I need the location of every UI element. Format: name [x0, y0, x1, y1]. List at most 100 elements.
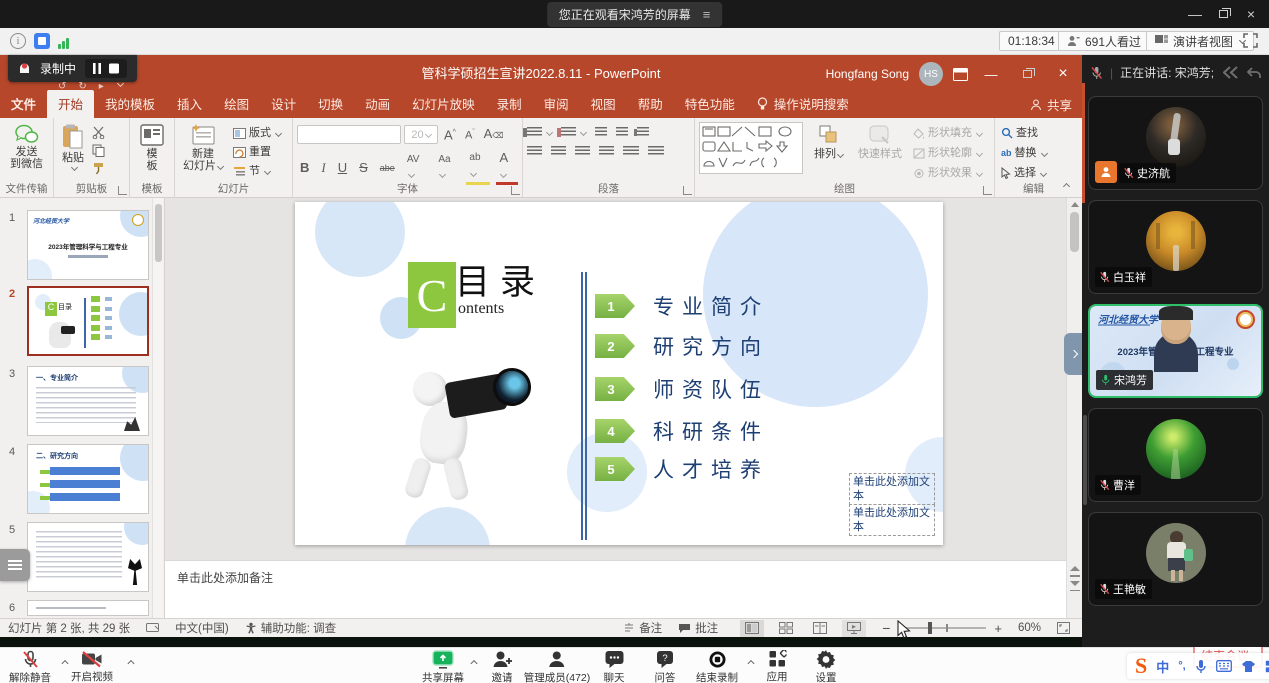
shape-fill-button[interactable]: 形状填充	[913, 125, 982, 141]
text-placeholder-1[interactable]: 单击此处添加文本	[849, 473, 935, 505]
zoom-out-button[interactable]: −	[874, 620, 898, 636]
char-spacing-icon[interactable]: AV	[404, 152, 429, 184]
font-color-icon[interactable]: A	[496, 150, 518, 185]
strikethrough-icon[interactable]: S	[356, 160, 371, 176]
grow-font-icon[interactable]: A^	[441, 125, 459, 143]
tab-file[interactable]: 文件	[0, 90, 47, 118]
tab-insert[interactable]: 插入	[166, 90, 213, 118]
account-avatar[interactable]: HS	[919, 62, 943, 86]
ime-toolbox-icon[interactable]	[1265, 660, 1269, 673]
tellme-search[interactable]: 操作说明搜索	[746, 90, 860, 118]
restore-button[interactable]	[1209, 2, 1237, 26]
text-direction-icon[interactable]	[648, 146, 664, 157]
text-placeholder-2[interactable]: 单击此处添加文本	[849, 504, 935, 536]
select-button[interactable]: 选择	[1001, 165, 1046, 181]
ime-skin-icon[interactable]	[1241, 660, 1256, 673]
canvas-scrollbar[interactable]	[1066, 198, 1082, 618]
participant-tile-active[interactable]: 河北经贸大学 2023年管理科学与工程专业 宋鸿芳	[1088, 304, 1263, 398]
stop-recording-button[interactable]: 结束录制	[696, 650, 738, 683]
slide-nav-buttons[interactable]	[1070, 566, 1080, 591]
toc-item-1[interactable]: 1 专业简介	[595, 291, 769, 321]
ime-keyboard-icon[interactable]	[1216, 660, 1232, 672]
clipboard-dialog-launcher[interactable]	[118, 186, 127, 195]
tab-animations[interactable]: 动画	[354, 90, 401, 118]
fullscreen-icon[interactable]	[1243, 33, 1258, 48]
shape-outline-button[interactable]: 形状轮廓	[913, 145, 982, 161]
justify-icon[interactable]	[599, 146, 614, 157]
decrease-indent-icon[interactable]	[595, 127, 607, 138]
find-button[interactable]: 查找	[1001, 125, 1038, 141]
tab-review[interactable]: 审阅	[533, 90, 580, 118]
paragraph-dialog-launcher[interactable]	[683, 186, 692, 195]
slide-sorter-view-button[interactable]	[774, 620, 798, 637]
display-settings-icon[interactable]	[138, 623, 167, 634]
zoom-level[interactable]: 60%	[1010, 622, 1049, 634]
minimize-button[interactable]: —	[1181, 2, 1209, 26]
language-indicator[interactable]: 中文(中国)	[167, 620, 237, 636]
tab-slideshow[interactable]: 幻灯片放映	[401, 90, 486, 118]
arrange-button[interactable]: 排列	[810, 122, 847, 163]
ribbon-display-icon[interactable]	[953, 68, 968, 81]
fit-slide-button[interactable]	[1049, 622, 1082, 634]
participant-tile[interactable]: 曹洋	[1088, 408, 1263, 502]
collapse-ribbon-icon[interactable]	[1062, 178, 1069, 196]
mic-options-chevron[interactable]	[61, 658, 68, 668]
toc-item-3[interactable]: 3 师资队伍	[595, 374, 769, 404]
slideshow-view-button[interactable]	[842, 620, 866, 637]
ime-toolbar[interactable]: S 中 °,	[1127, 653, 1269, 679]
tab-features[interactable]: 特色功能	[674, 90, 746, 118]
normal-view-button[interactable]	[740, 620, 764, 637]
start-video-button[interactable]: 开启视频	[71, 650, 113, 683]
share-button[interactable]: 共享	[1030, 95, 1072, 114]
sogou-logo-icon[interactable]: S	[1135, 653, 1147, 679]
bullets-icon[interactable]	[527, 127, 542, 138]
share-screen-button[interactable]: 共享屏幕	[422, 650, 464, 683]
change-case-icon[interactable]: Aa	[435, 152, 460, 184]
ppt-restore-button[interactable]	[1014, 59, 1040, 89]
ppt-minimize-button[interactable]: —	[978, 59, 1004, 89]
italic-icon[interactable]: I	[318, 160, 328, 176]
apps-button[interactable]: 应用	[767, 650, 788, 683]
accessibility-indicator[interactable]: 辅助功能: 调查	[237, 620, 344, 636]
thumbnail-overlay-toggle[interactable]	[0, 549, 30, 581]
notes-placeholder[interactable]: 单击此处添加备注	[177, 571, 273, 585]
new-slide-button[interactable]: 新建 幻灯片	[179, 122, 227, 175]
reset-button[interactable]: 重置	[233, 144, 271, 160]
participant-tile[interactable]: 白玉祥	[1088, 200, 1263, 294]
invite-button[interactable]: 邀请	[492, 650, 513, 683]
shapes-gallery[interactable]	[699, 122, 803, 174]
scroll-up-icon[interactable]	[1071, 202, 1079, 207]
align-left-icon[interactable]	[527, 146, 542, 157]
manage-members-button[interactable]: 管理成员(472)	[524, 650, 591, 683]
thumbnail-slide-1[interactable]: 河北经贸大学 2023年管理科学与工程专业	[27, 210, 149, 280]
tab-view[interactable]: 视图	[580, 90, 627, 118]
ppt-close-button[interactable]: ×	[1050, 59, 1076, 89]
qa-button[interactable]: ? 问答	[655, 650, 676, 683]
highlight-icon[interactable]: ab	[466, 150, 490, 185]
account-name[interactable]: Hongfang Song	[826, 67, 909, 81]
record-options-chevron[interactable]	[747, 658, 754, 668]
line-spacing-icon[interactable]	[637, 127, 649, 138]
cut-icon[interactable]	[92, 126, 105, 139]
settings-button[interactable]: 设置	[816, 650, 837, 683]
tab-home[interactable]: 开始	[47, 90, 94, 118]
shield-icon[interactable]	[34, 33, 50, 49]
zoom-slider-thumb[interactable]	[928, 622, 932, 634]
return-icon[interactable]	[1246, 66, 1261, 79]
view-mode-select[interactable]: 演讲者视图	[1146, 31, 1254, 51]
underline-icon[interactable]: U	[335, 160, 350, 176]
info-icon[interactable]: i	[10, 33, 26, 49]
toc-item-5[interactable]: 5 人才培养	[595, 454, 769, 484]
toc-item-4[interactable]: 4 科研条件	[595, 416, 769, 446]
zoom-slider[interactable]	[898, 627, 986, 629]
columns-icon[interactable]	[623, 146, 639, 157]
participant-tile[interactable]: 王艳敏	[1088, 512, 1263, 606]
quick-styles-button[interactable]: 快速样式	[854, 122, 906, 163]
bold-icon[interactable]: B	[297, 160, 312, 176]
send-to-wechat-button[interactable]: 发送到微信	[4, 122, 49, 173]
paste-button[interactable]: 粘贴	[58, 122, 88, 172]
next-slide-icon[interactable]	[1070, 581, 1080, 586]
drawing-dialog-launcher[interactable]	[983, 186, 992, 195]
thumbnail-slide-3[interactable]: 一、专业简介	[27, 366, 149, 436]
replace-button[interactable]: ab 替换	[1001, 145, 1047, 161]
